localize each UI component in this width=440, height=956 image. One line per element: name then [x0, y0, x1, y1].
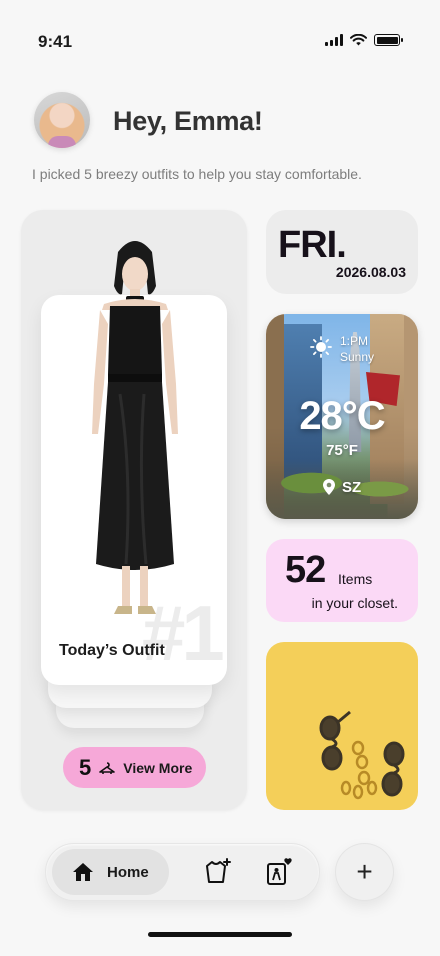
closet-count: 52: [285, 549, 326, 591]
view-more-label: View More: [123, 759, 193, 776]
sun-icon: [310, 336, 332, 358]
weather-location: SZ: [322, 478, 361, 496]
avatar[interactable]: [34, 92, 90, 148]
home-indicator: [148, 932, 292, 937]
wifi-icon: [350, 34, 367, 46]
view-more-button[interactable]: 5 View More: [63, 747, 206, 788]
outfit-model-image: [92, 241, 178, 614]
weather-time: 1:PM: [340, 334, 369, 348]
greeting-title: Hey, Emma!: [113, 106, 263, 136]
nav-saved-outfits-icon[interactable]: [264, 857, 294, 887]
status-time: 9:41: [38, 32, 73, 51]
hanger-icon: [99, 761, 116, 774]
nav-wardrobe-icon[interactable]: [202, 858, 232, 886]
day-of-week: FRI.: [278, 224, 347, 266]
cellular-signal-icon: [325, 34, 343, 46]
weather-temp-fahrenheit: 75°F: [326, 442, 358, 459]
closet-unit: Items: [338, 571, 373, 587]
weather-location-label: SZ: [342, 478, 362, 496]
weather-card[interactable]: 1:PM Sunny 28°C 75°F SZ: [266, 314, 418, 519]
status-icons: [325, 34, 403, 46]
closet-card[interactable]: 52 Items in your closet.: [266, 539, 418, 622]
outfit-label: Today’s Outfit: [59, 642, 165, 659]
nav-home-tab[interactable]: Home: [52, 849, 169, 895]
location-pin-icon: [323, 479, 335, 495]
date-text: 2026.08.03: [335, 264, 406, 280]
home-icon: [73, 863, 93, 881]
weather-condition: Sunny: [340, 350, 375, 364]
date-card: FRI. 2026.08.03: [266, 210, 418, 294]
accessories-card[interactable]: [266, 642, 418, 810]
accessories-image: [319, 710, 405, 800]
status-bar: 9:41: [0, 0, 440, 80]
battery-icon: [374, 34, 403, 46]
nav-home-label: Home: [107, 863, 149, 881]
weather-temp-celsius: 28°C: [299, 394, 385, 438]
closet-subtitle: in your closet.: [311, 595, 398, 611]
view-more-count: 5: [79, 754, 92, 780]
add-button[interactable]: +: [335, 843, 394, 901]
greeting-subtitle: I picked 5 breezy outfits to help you st…: [32, 166, 362, 182]
